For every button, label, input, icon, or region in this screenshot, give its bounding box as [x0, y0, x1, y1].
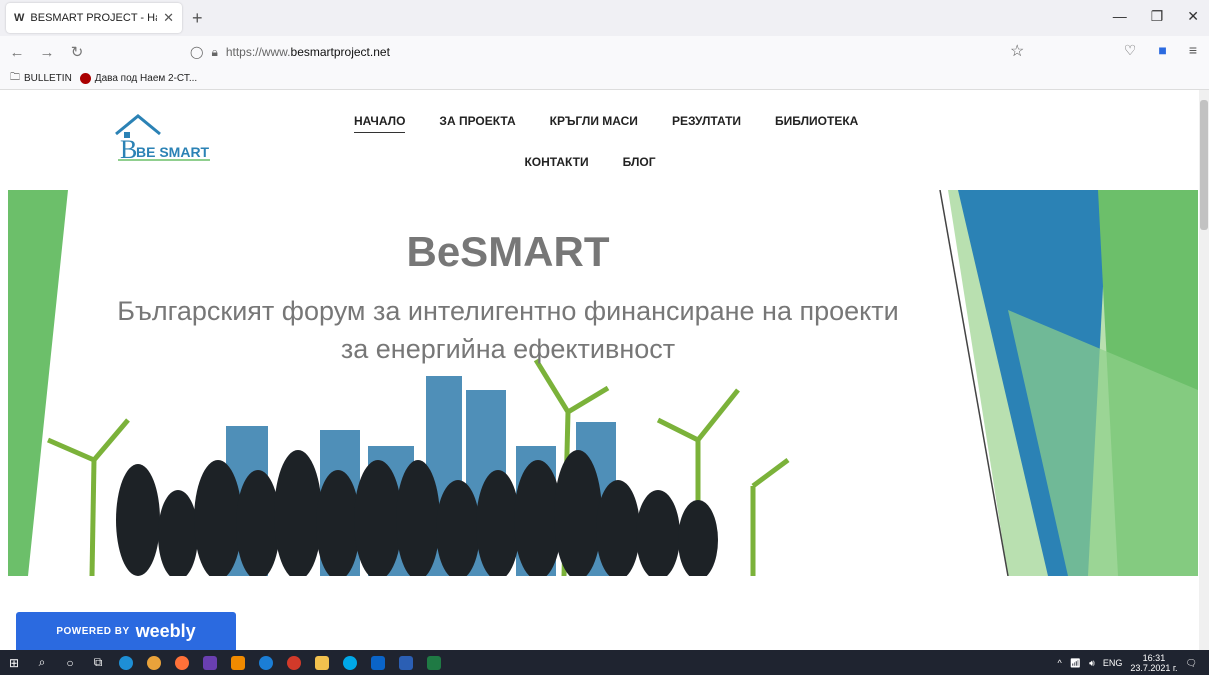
- tab-title: BESMART PROJECT - Начало: [30, 12, 157, 24]
- file-explorer-icon[interactable]: [308, 650, 336, 675]
- window-controls: — ❐ ✕: [1113, 8, 1199, 25]
- menu-item-contacts[interactable]: КОНТАКТИ: [524, 155, 588, 169]
- weebly-badge[interactable]: POWERED BY weebly: [16, 612, 236, 650]
- hero-banner: BeSMART Българският форум за интелигентн…: [8, 190, 1198, 576]
- hero-title: BeSMART: [406, 228, 610, 275]
- bookmark-rent[interactable]: Дава под Наем 2-СТ...: [79, 73, 198, 84]
- word-icon[interactable]: [392, 650, 420, 675]
- volume-icon[interactable]: 🔊︎: [1089, 658, 1095, 669]
- weebly-favicon-icon: W: [14, 12, 25, 24]
- menu-item-library[interactable]: БИБЛИОТЕКА: [775, 114, 858, 133]
- minimize-icon[interactable]: —: [1113, 8, 1127, 25]
- browser-tab[interactable]: W BESMART PROJECT - Начало ✕: [6, 3, 182, 33]
- clock-date: 23.7.2021 г.: [1130, 663, 1178, 673]
- notification-icon[interactable]: 🗨︎: [1186, 658, 1197, 669]
- address-bar[interactable]: ◯ 🔒︎ https://www.besmartproject.net: [182, 40, 1032, 64]
- bookmark-label: Дава под Наем 2-СТ...: [94, 73, 198, 84]
- menu-icon[interactable]: ≡: [1189, 42, 1197, 59]
- back-button[interactable]: ←: [4, 44, 30, 61]
- url-host: besmartproject.net: [290, 45, 390, 59]
- bookmarks-bar: 🗀 BULLETIN Дава под Наем 2-СТ...: [0, 68, 1209, 90]
- outlook-icon[interactable]: [364, 650, 392, 675]
- close-tab-icon[interactable]: ✕: [163, 10, 174, 26]
- firefox-icon[interactable]: [168, 650, 196, 675]
- web-page: B BE SMART НАЧАЛО ЗА ПРОЕКТА КРЪГЛИ МАСИ…: [0, 90, 1209, 650]
- bookmark-bulletin[interactable]: 🗀 BULLETIN: [10, 70, 72, 87]
- chevron-up-icon[interactable]: ^: [1057, 658, 1061, 668]
- chrome-icon[interactable]: [140, 650, 168, 675]
- menu-item-about[interactable]: ЗА ПРОЕКТА: [439, 114, 515, 133]
- tab-bar: W BESMART PROJECT - Начало ✕ + — ❐ ✕: [0, 0, 1209, 36]
- weebly-brand: weebly: [135, 620, 196, 641]
- search-icon[interactable]: ⌕: [28, 650, 56, 675]
- close-window-icon[interactable]: ✕: [1187, 8, 1199, 25]
- extension-icon[interactable]: ■: [1158, 42, 1166, 59]
- menu-item-home[interactable]: НАЧАЛО: [354, 114, 406, 133]
- clock-time: 16:31: [1142, 653, 1166, 663]
- besmart-logo[interactable]: B BE SMART: [114, 112, 214, 164]
- red-dot-icon: [79, 73, 91, 84]
- vlc-icon[interactable]: [224, 650, 252, 675]
- folder-icon: 🗀: [10, 72, 20, 83]
- shield-icon[interactable]: ◯: [190, 45, 203, 59]
- system-tray: ^ 📶︎ 🔊︎ ENG 16:31 23.7.2021 г. 🗨︎: [1057, 653, 1197, 673]
- edge-icon[interactable]: [112, 650, 140, 675]
- hero-subtitle-line2: за енергийна ефективност: [340, 334, 676, 364]
- antivirus-icon[interactable]: [280, 650, 308, 675]
- svg-text:B: B: [120, 135, 137, 162]
- navigation-bar: ← → ↻ ◯ 🔒︎ https://www.besmartproject.ne…: [0, 36, 1209, 68]
- skype-icon[interactable]: [336, 650, 364, 675]
- bookmark-label: BULLETIN: [24, 73, 72, 84]
- hero-subtitle-line1: Българският форум за интелигентно финанс…: [117, 296, 899, 326]
- clock[interactable]: 16:31 23.7.2021 г.: [1130, 653, 1177, 673]
- page-scrollbar[interactable]: [1199, 90, 1209, 650]
- menu-item-blog[interactable]: БЛОГ: [623, 155, 656, 169]
- windows-taskbar: ⊞ ⌕ ○ ⧉ ^ 📶︎ 🔊︎ ENG 16:31 23.7.2021 г. 🗨…: [0, 650, 1209, 675]
- task-view-icon[interactable]: ⧉: [84, 650, 112, 675]
- start-icon[interactable]: ⊞: [0, 650, 28, 675]
- powered-by-label: POWERED BY: [56, 625, 130, 637]
- restore-icon[interactable]: ❐: [1151, 8, 1164, 25]
- hero-subtitle: Българският форум за интелигентно финанс…: [8, 292, 1008, 368]
- cortana-icon[interactable]: ○: [56, 650, 84, 675]
- main-menu: НАЧАЛО ЗА ПРОЕКТА КРЪГЛИ МАСИ РЕЗУЛТАТИ …: [340, 114, 880, 169]
- excel-icon[interactable]: [420, 650, 448, 675]
- lock-icon[interactable]: 🔒︎: [211, 45, 217, 60]
- pocket-icon[interactable]: ♡: [1124, 42, 1137, 59]
- logo-text: BE SMART: [136, 144, 210, 160]
- teamviewer-icon[interactable]: [252, 650, 280, 675]
- reload-button[interactable]: ↻: [64, 43, 90, 61]
- media-player-icon[interactable]: [196, 650, 224, 675]
- language-indicator[interactable]: ENG: [1103, 658, 1123, 668]
- new-tab-button[interactable]: +: [192, 8, 203, 29]
- bookmark-star-icon[interactable]: ☆: [1010, 41, 1024, 61]
- scrollbar-thumb[interactable]: [1200, 100, 1208, 230]
- menu-item-results[interactable]: РЕЗУЛТАТИ: [672, 114, 741, 133]
- forward-button[interactable]: →: [34, 44, 60, 61]
- url-prefix: https://www.: [225, 45, 291, 59]
- menu-item-round-tables[interactable]: КРЪГЛИ МАСИ: [550, 114, 638, 133]
- network-icon[interactable]: 📶︎: [1070, 658, 1081, 669]
